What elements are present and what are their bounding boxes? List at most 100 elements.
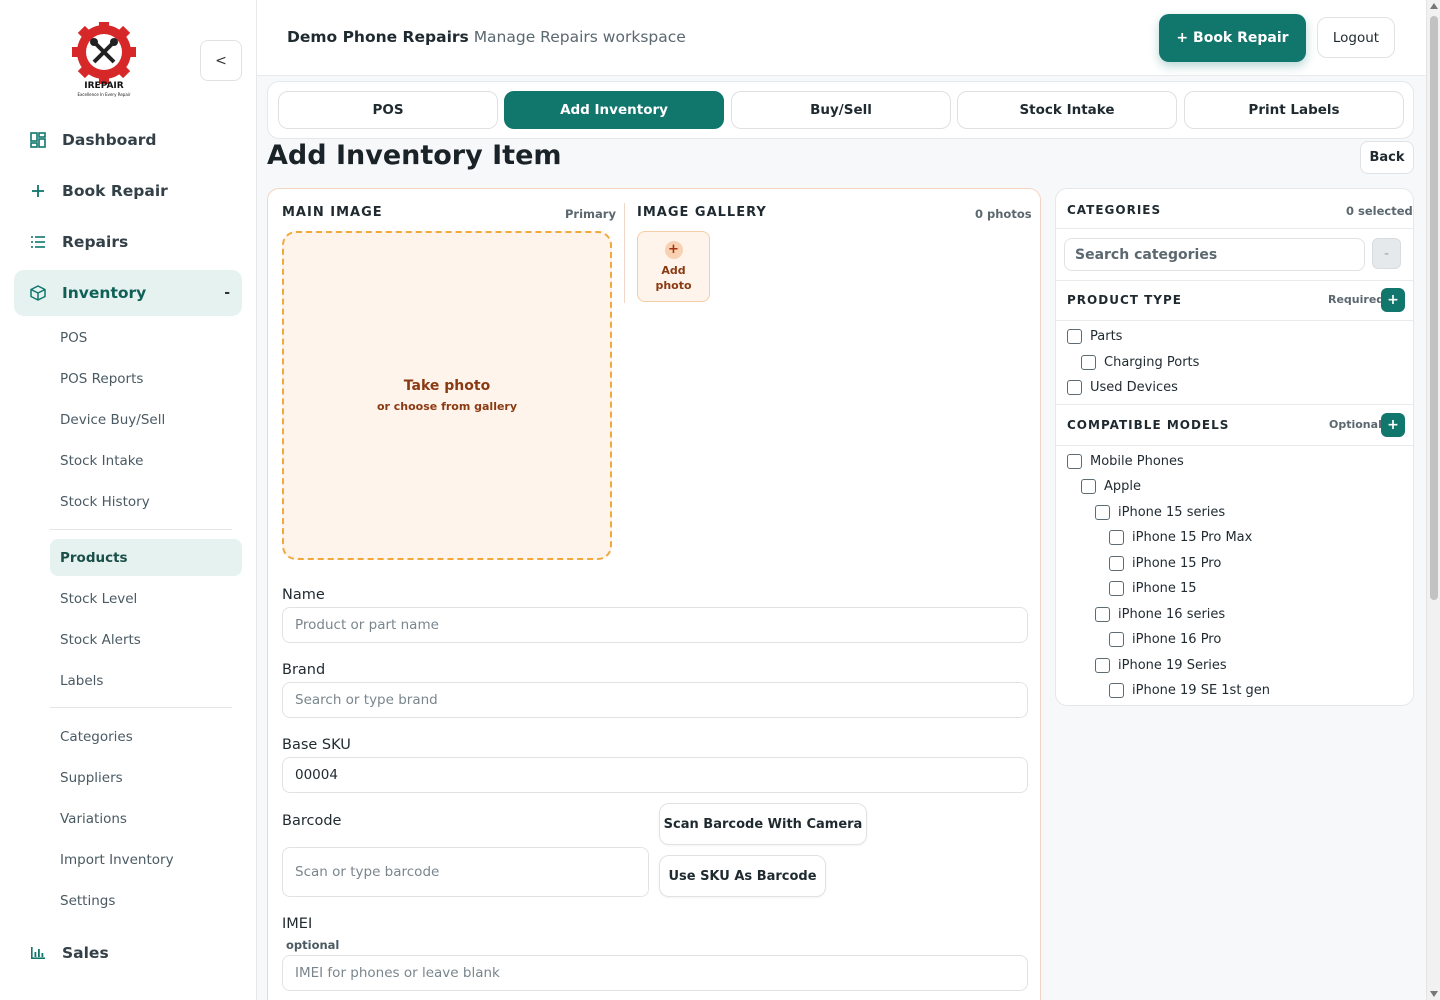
- category-label: iPhone 15 Pro: [1132, 556, 1222, 571]
- category-label: iPhone 15 series: [1118, 505, 1226, 520]
- bar-chart-icon: [14, 947, 62, 959]
- dashboard-icon: [14, 132, 62, 148]
- book-repair-button[interactable]: + Book Repair: [1159, 14, 1306, 62]
- add-photo-label: Add photo: [655, 263, 692, 292]
- nav-suppliers[interactable]: Suppliers: [50, 759, 242, 796]
- category-item-charging-ports[interactable]: Charging Ports: [1081, 355, 1199, 370]
- nav-stock-alerts[interactable]: Stock Alerts: [50, 621, 242, 658]
- nav-import-inventory[interactable]: Import Inventory: [50, 841, 242, 878]
- use-sku-as-barcode-button[interactable]: Use SKU As Barcode: [659, 855, 826, 897]
- nav-settings[interactable]: Settings: [50, 882, 242, 919]
- page-scrollbar[interactable]: [1426, 0, 1440, 1000]
- collapse-sidebar-button[interactable]: <: [200, 40, 242, 81]
- nav-sales[interactable]: Sales: [14, 930, 242, 976]
- main-image-label: MAIN IMAGE: [282, 205, 383, 220]
- scroll-up-arrow-icon[interactable]: [1430, 3, 1438, 9]
- category-item-apple[interactable]: Apple: [1081, 479, 1141, 494]
- checkbox[interactable]: [1067, 454, 1082, 469]
- checkbox[interactable]: [1109, 632, 1124, 647]
- checkbox[interactable]: [1067, 329, 1082, 344]
- imei-input[interactable]: IMEI for phones or leave blank: [282, 955, 1028, 991]
- tab-stock-intake[interactable]: Stock Intake: [957, 91, 1177, 129]
- add-product-type-button[interactable]: +: [1381, 288, 1405, 312]
- category-item-parts[interactable]: Parts: [1067, 329, 1122, 344]
- product-type-required: Required: [1328, 293, 1385, 306]
- checkbox[interactable]: [1081, 479, 1096, 494]
- category-label: Parts: [1090, 329, 1123, 344]
- add-photo-button[interactable]: + Add photo: [637, 231, 710, 302]
- nav-device-buy-sell[interactable]: Device Buy/Sell: [50, 401, 242, 438]
- brand-input[interactable]: Search or type brand: [282, 682, 1028, 718]
- collapse-categories-button[interactable]: -: [1372, 238, 1401, 269]
- category-label: iPhone 19 Series: [1118, 658, 1227, 673]
- nav-repairs[interactable]: Repairs: [14, 219, 242, 265]
- checkbox[interactable]: [1081, 355, 1096, 370]
- compatible-models-optional: Optional: [1329, 418, 1382, 431]
- main-image-dropzone[interactable]: Take photo or choose from gallery: [282, 231, 612, 560]
- irepair-logo[interactable]: IREPAIR Excellence In Every Repair: [68, 22, 140, 98]
- checkbox[interactable]: [1109, 556, 1124, 571]
- category-item-iphone-16-series[interactable]: iPhone 16 series: [1095, 607, 1225, 622]
- scrollbar-thumb[interactable]: [1430, 16, 1438, 600]
- nav-pos[interactable]: POS: [50, 319, 242, 356]
- category-search-input[interactable]: Search categories: [1064, 238, 1365, 271]
- sidebar: IREPAIR Excellence In Every Repair < Das…: [0, 0, 257, 1000]
- categories-divider: [1056, 404, 1413, 405]
- add-compatible-model-button[interactable]: +: [1381, 413, 1405, 437]
- category-item-iphone-15-pro-max[interactable]: iPhone 15 Pro Max: [1109, 530, 1252, 545]
- category-item-iphone-15[interactable]: iPhone 15: [1109, 581, 1197, 596]
- nav-inventory-label: Inventory: [62, 284, 147, 302]
- category-item-mobile-phones[interactable]: Mobile Phones: [1067, 454, 1184, 469]
- tab-add-inventory[interactable]: Add Inventory: [504, 91, 724, 129]
- category-label: iPhone 19 SE 1st gen: [1132, 683, 1271, 698]
- scan-barcode-button[interactable]: Scan Barcode With Camera: [659, 803, 867, 845]
- category-label: iPhone 15 Pro Max: [1132, 530, 1253, 545]
- checkbox[interactable]: [1095, 658, 1110, 673]
- category-label: Mobile Phones: [1090, 454, 1184, 469]
- logout-button[interactable]: Logout: [1317, 17, 1395, 58]
- tab-buy-sell[interactable]: Buy/Sell: [731, 91, 951, 129]
- nav-stock-intake[interactable]: Stock Intake: [50, 442, 242, 479]
- checkbox[interactable]: [1095, 505, 1110, 520]
- barcode-label: Barcode: [282, 813, 342, 829]
- checkbox[interactable]: [1109, 581, 1124, 596]
- nav-categories[interactable]: Categories: [50, 718, 242, 755]
- page-title: Add Inventory Item: [267, 140, 562, 171]
- nav-dashboard-label: Dashboard: [62, 131, 157, 149]
- back-button[interactable]: Back: [1360, 141, 1414, 174]
- tab-pos[interactable]: POS: [278, 91, 498, 129]
- categories-divider: [1056, 280, 1413, 281]
- checkbox[interactable]: [1109, 530, 1124, 545]
- inventory-collapse-toggle[interactable]: -: [224, 285, 230, 301]
- name-input[interactable]: Product or part name: [282, 607, 1028, 643]
- box-icon: [14, 285, 62, 301]
- barcode-input[interactable]: Scan or type barcode: [282, 847, 649, 897]
- nav-book-repair-label: Book Repair: [62, 182, 168, 200]
- checkbox[interactable]: [1095, 607, 1110, 622]
- nav-inventory[interactable]: Inventory -: [14, 270, 242, 316]
- nav-variations[interactable]: Variations: [50, 800, 242, 837]
- checkbox[interactable]: [1067, 380, 1082, 395]
- nav-pos-reports[interactable]: POS Reports: [50, 360, 242, 397]
- base-sku-input[interactable]: 00004: [282, 757, 1028, 793]
- category-item-iphone-19-series[interactable]: iPhone 19 Series: [1095, 658, 1227, 673]
- nav-stock-level[interactable]: Stock Level: [50, 580, 242, 617]
- categories-divider: [1056, 228, 1413, 229]
- category-item-iphone-19-se-1st-gen[interactable]: iPhone 19 SE 1st gen: [1109, 683, 1270, 698]
- nav-labels[interactable]: Labels: [50, 662, 242, 699]
- category-label: iPhone 15: [1132, 581, 1197, 596]
- category-label: iPhone 16 series: [1118, 607, 1226, 622]
- category-item-iphone-15-pro[interactable]: iPhone 15 Pro: [1109, 556, 1221, 571]
- nav-dashboard[interactable]: Dashboard: [14, 117, 242, 163]
- nav-products[interactable]: Products: [50, 539, 242, 576]
- nav-stock-history[interactable]: Stock History: [50, 483, 242, 520]
- category-item-used-devices[interactable]: Used Devices: [1067, 380, 1178, 395]
- scroll-down-arrow-icon[interactable]: [1430, 991, 1438, 997]
- checkbox[interactable]: [1109, 683, 1124, 698]
- tab-print-labels[interactable]: Print Labels: [1184, 91, 1404, 129]
- inventory-tabs: POS Add Inventory Buy/Sell Stock Intake …: [267, 81, 1414, 139]
- nav-book-repair[interactable]: Book Repair: [14, 168, 242, 214]
- workspace-title: Demo Phone Repairs Manage Repairs worksp…: [287, 28, 686, 46]
- category-item-iphone-16-pro[interactable]: iPhone 16 Pro: [1109, 632, 1221, 647]
- category-item-iphone-15-series[interactable]: iPhone 15 series: [1095, 505, 1225, 520]
